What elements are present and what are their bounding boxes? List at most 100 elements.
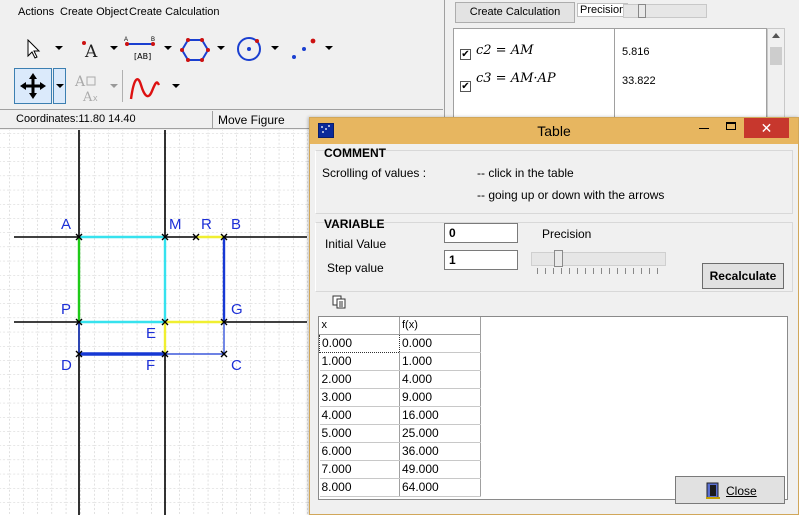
precision-slider-thumb[interactable]: [554, 250, 563, 267]
step-value-field[interactable]: 1: [444, 250, 518, 270]
table-row[interactable]: 7.000 49.000: [319, 460, 481, 479]
toolbar-divider: [122, 70, 123, 102]
polygon-tool[interactable]: [178, 32, 212, 66]
text-dropdown[interactable]: [110, 46, 118, 50]
table-row[interactable]: 5.000 25.000: [319, 424, 481, 443]
table-row[interactable]: 8.000 64.000: [319, 478, 481, 497]
scroll-up-icon[interactable]: [772, 33, 780, 38]
maximize-button[interactable]: [718, 118, 744, 138]
scroll-thumb[interactable]: [770, 47, 782, 65]
calculation-list: ✔ c2 = AM 5.816 ✔ c3 = AM·AP 33.822: [453, 28, 768, 119]
copy-icon[interactable]: [332, 295, 346, 309]
cell-fx[interactable]: 64.000: [399, 478, 481, 497]
column-header-fx[interactable]: f(x): [399, 317, 481, 335]
segment-dropdown[interactable]: [164, 46, 172, 50]
menu-actions[interactable]: Actions: [18, 6, 54, 18]
cell-x[interactable]: 3.000: [319, 388, 400, 407]
svg-text:B: B: [151, 37, 155, 43]
table-row[interactable]: 3.000 9.000: [319, 388, 481, 407]
initial-value-field[interactable]: 0: [444, 223, 518, 243]
cell-fx[interactable]: 16.000: [399, 406, 481, 425]
table-row[interactable]: 0.000 0.000: [319, 333, 481, 353]
cell-x[interactable]: 5.000: [319, 424, 400, 443]
point-label-r: R: [201, 216, 212, 233]
calculation-scrollbar[interactable]: [767, 28, 785, 118]
menu-create-object[interactable]: Create Object: [60, 6, 128, 18]
menu-bar: Actions Create Object Create Calculation: [0, 0, 443, 26]
menu-create-calculation[interactable]: Create Calculation: [129, 6, 220, 18]
initial-value-label: Initial Value: [325, 237, 387, 251]
precision-slider-thumb[interactable]: [638, 4, 646, 18]
function-tool[interactable]: [128, 70, 162, 104]
cell-fx[interactable]: 1.000: [399, 352, 481, 371]
circle-tool[interactable]: [232, 32, 266, 66]
dialog-close-button[interactable]: ✕: [744, 118, 789, 138]
cell-x[interactable]: 6.000: [319, 442, 400, 461]
dialog-title-bar[interactable]: Table ✕: [310, 118, 798, 144]
maximize-icon: [726, 122, 736, 130]
label-dropdown[interactable]: [110, 84, 118, 88]
toolbar: A [AB] A B A A x: [0, 26, 443, 110]
cell-fx[interactable]: 25.000: [399, 424, 481, 443]
table-row[interactable]: 6.000 36.000: [319, 442, 481, 461]
svg-text:A: A: [74, 74, 86, 90]
svg-text:[AB]: [AB]: [134, 52, 151, 61]
polygon-icon: [180, 38, 210, 62]
values-grid[interactable]: x f(x) 0.000 0.000 1.000 1.000 2.000 4.000 3.0…: [319, 317, 481, 497]
segment-tool[interactable]: [AB] A B: [123, 32, 157, 66]
table-row[interactable]: 2.000 4.000: [319, 370, 481, 389]
calculation-checkbox[interactable]: ✔: [460, 49, 471, 60]
cell-x[interactable]: 7.000: [319, 460, 400, 479]
label-tool[interactable]: A A x: [70, 71, 104, 105]
minimize-icon: [699, 128, 709, 129]
arrow-cursor-icon: [27, 39, 41, 59]
move-dropdown[interactable]: [53, 68, 66, 104]
point-tool[interactable]: [286, 32, 320, 66]
svg-text:A: A: [124, 37, 128, 43]
recalculate-button[interactable]: Recalculate: [702, 263, 784, 289]
column-header-x[interactable]: x: [319, 317, 400, 335]
precision-slider[interactable]: [531, 250, 666, 267]
table-row[interactable]: 1.000 1.000: [319, 352, 481, 371]
calculation-expression: c2 = AM: [476, 43, 534, 58]
close-button[interactable]: Close: [675, 476, 785, 504]
variable-title: VARIABLE: [324, 217, 385, 231]
create-calculation-button[interactable]: Create Calculation: [455, 2, 575, 23]
hint-arrows: -- going up or down with the arrows: [477, 188, 665, 202]
circle-dropdown[interactable]: [271, 46, 279, 50]
calculation-row[interactable]: ✔ c2 = AM 5.816: [454, 41, 768, 67]
table-row[interactable]: 4.000 16.000: [319, 406, 481, 425]
point-label-a: A: [61, 216, 72, 233]
cell-x[interactable]: 0.000: [319, 333, 400, 353]
point-label-b: B: [231, 216, 242, 233]
point-dropdown[interactable]: [325, 46, 333, 50]
function-dropdown[interactable]: [172, 84, 180, 88]
calculation-checkbox[interactable]: ✔: [460, 81, 471, 92]
calculation-row[interactable]: ✔ c3 = AM·AP 33.822: [454, 69, 768, 95]
text-tool[interactable]: A: [73, 32, 107, 66]
close-x-icon: ✕: [760, 120, 773, 136]
polygon-dropdown[interactable]: [217, 46, 225, 50]
precision-slider[interactable]: [623, 4, 707, 18]
cell-fx[interactable]: 36.000: [399, 442, 481, 461]
cell-x[interactable]: 4.000: [319, 406, 400, 425]
point-label-e: E: [146, 325, 157, 342]
cell-fx[interactable]: 4.000: [399, 370, 481, 389]
cell-x[interactable]: 8.000: [319, 478, 400, 497]
cell-x[interactable]: 2.000: [319, 370, 400, 389]
table-body: 0.000 0.000 1.000 1.000 2.000 4.000 3.000 9.000…: [319, 333, 481, 497]
cell-fx[interactable]: 49.000: [399, 460, 481, 479]
cell-fx[interactable]: 0.000: [399, 334, 481, 353]
values-table[interactable]: x f(x) 0.000 0.000 1.000 1.000 2.000 4.000 3.0…: [318, 316, 788, 500]
pointer-dropdown[interactable]: [55, 46, 63, 50]
minimize-button[interactable]: [690, 118, 718, 138]
cell-fx[interactable]: 9.000: [399, 388, 481, 407]
pointer-tool[interactable]: [17, 32, 51, 66]
circle-icon: [237, 37, 261, 61]
point-label-g: G: [231, 301, 243, 318]
cell-x[interactable]: 1.000: [319, 352, 400, 371]
calculation-value: 33.822: [622, 75, 656, 87]
move-tool[interactable]: [14, 68, 52, 104]
point-label-d: D: [61, 357, 72, 374]
move-cross-icon: [20, 73, 46, 99]
